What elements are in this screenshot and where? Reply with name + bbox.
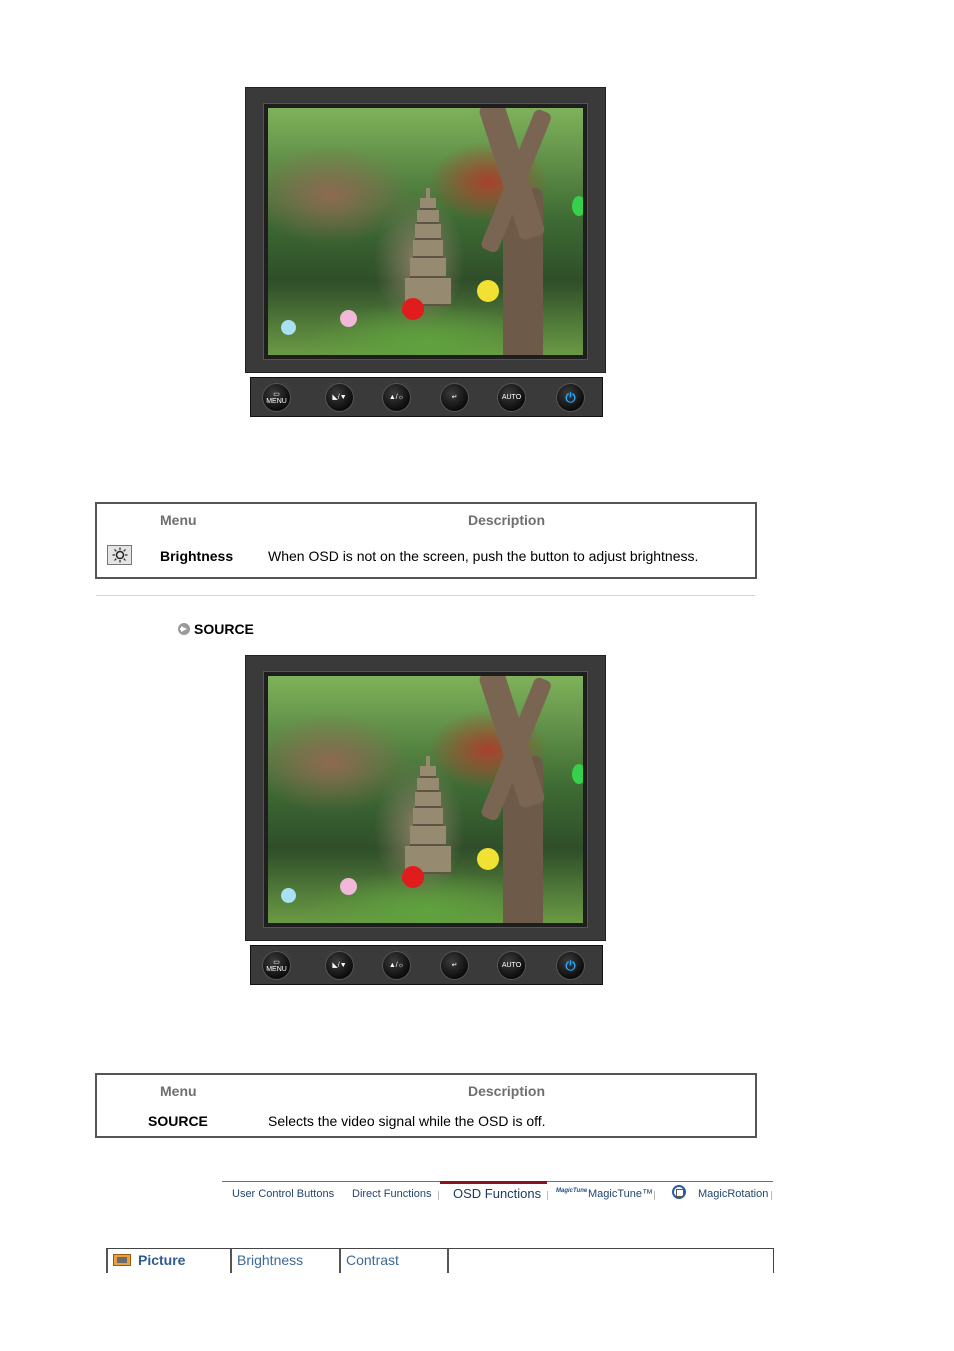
menu-cell-brightness: Brightness [160, 548, 234, 564]
lantern-green [572, 764, 583, 784]
power-icon: ⏻ [565, 390, 576, 405]
nav-separator [771, 1191, 772, 1200]
auto-icon: AUTO [501, 394, 522, 401]
monitor-button-bar-2: ▭ MENU ◣/▼ ▲/☼ ↵ AUTO ⏻ [250, 945, 603, 985]
nav-direct-functions[interactable]: Direct Functions [352, 1188, 431, 1200]
header-menu: Menu [160, 512, 197, 528]
lantern-red [402, 866, 424, 888]
magicbright-down-icon: ◣/▼ [332, 962, 347, 969]
menu-icon: ▭ MENU [266, 390, 287, 405]
menu-cell-source: SOURCE [148, 1113, 208, 1129]
auto-icon: AUTO [501, 962, 522, 969]
header-description: Description [468, 512, 546, 528]
monitor-bezel [263, 103, 588, 360]
enter-source-icon: ↵ [451, 394, 458, 401]
lantern-red [402, 298, 424, 320]
tab-brightness-label: Brightness [237, 1252, 304, 1268]
osd-sub-tabs: Picture Brightness Contrast [106, 1248, 774, 1273]
magictune-logo-icon: MagicTune [556, 1188, 588, 1194]
nav-separator [438, 1191, 439, 1200]
active-tab-indicator [440, 1181, 547, 1184]
monitor-button-bar-1: ▭ MENU ◣/▼ ▲/☼ ↵ AUTO ⏻ [250, 377, 603, 417]
lantern-pink [340, 878, 357, 895]
nav-user-control-buttons[interactable]: User Control Buttons [232, 1188, 334, 1200]
lantern-pink [340, 310, 357, 327]
auto-button[interactable]: AUTO [498, 952, 525, 979]
lantern-green [572, 196, 583, 216]
enter-source-button[interactable]: ↵ [441, 384, 468, 411]
magicbright-down-button[interactable]: ◣/▼ [326, 952, 353, 979]
monitor-illustration-2 [245, 655, 606, 941]
section-navigation: User Control Buttons Direct Functions OS… [222, 1181, 773, 1212]
magicbright-down-icon: ◣/▼ [332, 394, 347, 401]
description-cell-source: Selects the video signal while the OSD i… [268, 1113, 546, 1129]
monitor-bezel [263, 671, 588, 928]
section-divider [96, 595, 755, 596]
power-button[interactable]: ⏻ [557, 952, 584, 979]
menu-button[interactable]: ▭ MENU [263, 952, 290, 979]
up-brightness-icon: ▲/☼ [388, 962, 405, 969]
source-info-table: Menu Description SOURCE Selects the vide… [95, 1073, 757, 1138]
lantern-yellow [477, 848, 499, 870]
nav-separator [654, 1191, 655, 1200]
enter-source-button[interactable]: ↵ [441, 952, 468, 979]
magicrotation-icon [672, 1185, 686, 1199]
pagoda [405, 188, 451, 308]
picture-icon [113, 1254, 131, 1266]
nav-osd-functions[interactable]: OSD Functions [453, 1186, 541, 1201]
tab-empty [447, 1249, 773, 1273]
auto-button[interactable]: AUTO [498, 384, 525, 411]
tab-contrast[interactable]: Contrast [339, 1249, 447, 1273]
monitor-illustration-1 [245, 87, 606, 373]
up-brightness-button[interactable]: ▲/☼ [383, 952, 410, 979]
lantern-yellow [477, 280, 499, 302]
up-brightness-button[interactable]: ▲/☼ [383, 384, 410, 411]
brightness-info-table: Menu Description Brightness When OSD is … [95, 502, 757, 579]
header-description: Description [468, 1083, 546, 1099]
lantern-blue [281, 888, 296, 903]
power-button[interactable]: ⏻ [557, 384, 584, 411]
arrow-circle-icon [178, 623, 190, 635]
enter-source-icon: ↵ [451, 962, 458, 969]
menu-button[interactable]: ▭ MENU [263, 384, 290, 411]
source-section-heading: SOURCE [178, 621, 254, 637]
tab-contrast-label: Contrast [346, 1252, 399, 1268]
up-brightness-icon: ▲/☼ [388, 394, 405, 401]
header-menu: Menu [160, 1083, 197, 1099]
lantern-blue [281, 320, 296, 335]
monitor-screen-image [268, 108, 583, 355]
power-icon: ⏻ [565, 958, 576, 973]
magicbright-down-button[interactable]: ◣/▼ [326, 384, 353, 411]
menu-icon: ▭ MENU [266, 958, 287, 973]
tab-brightness[interactable]: Brightness [230, 1249, 339, 1273]
brightness-sun-icon [107, 545, 132, 565]
nav-magictune[interactable]: MagicTune™ [588, 1188, 653, 1200]
nav-separator [547, 1191, 548, 1200]
pagoda [405, 756, 451, 876]
tab-picture-label: Picture [138, 1252, 186, 1268]
tab-picture[interactable]: Picture [106, 1249, 230, 1273]
nav-magicrotation[interactable]: MagicRotation [698, 1188, 768, 1200]
source-heading-text: SOURCE [194, 621, 254, 637]
monitor-screen-image [268, 676, 583, 923]
description-cell-brightness: When OSD is not on the screen, push the … [268, 548, 699, 564]
